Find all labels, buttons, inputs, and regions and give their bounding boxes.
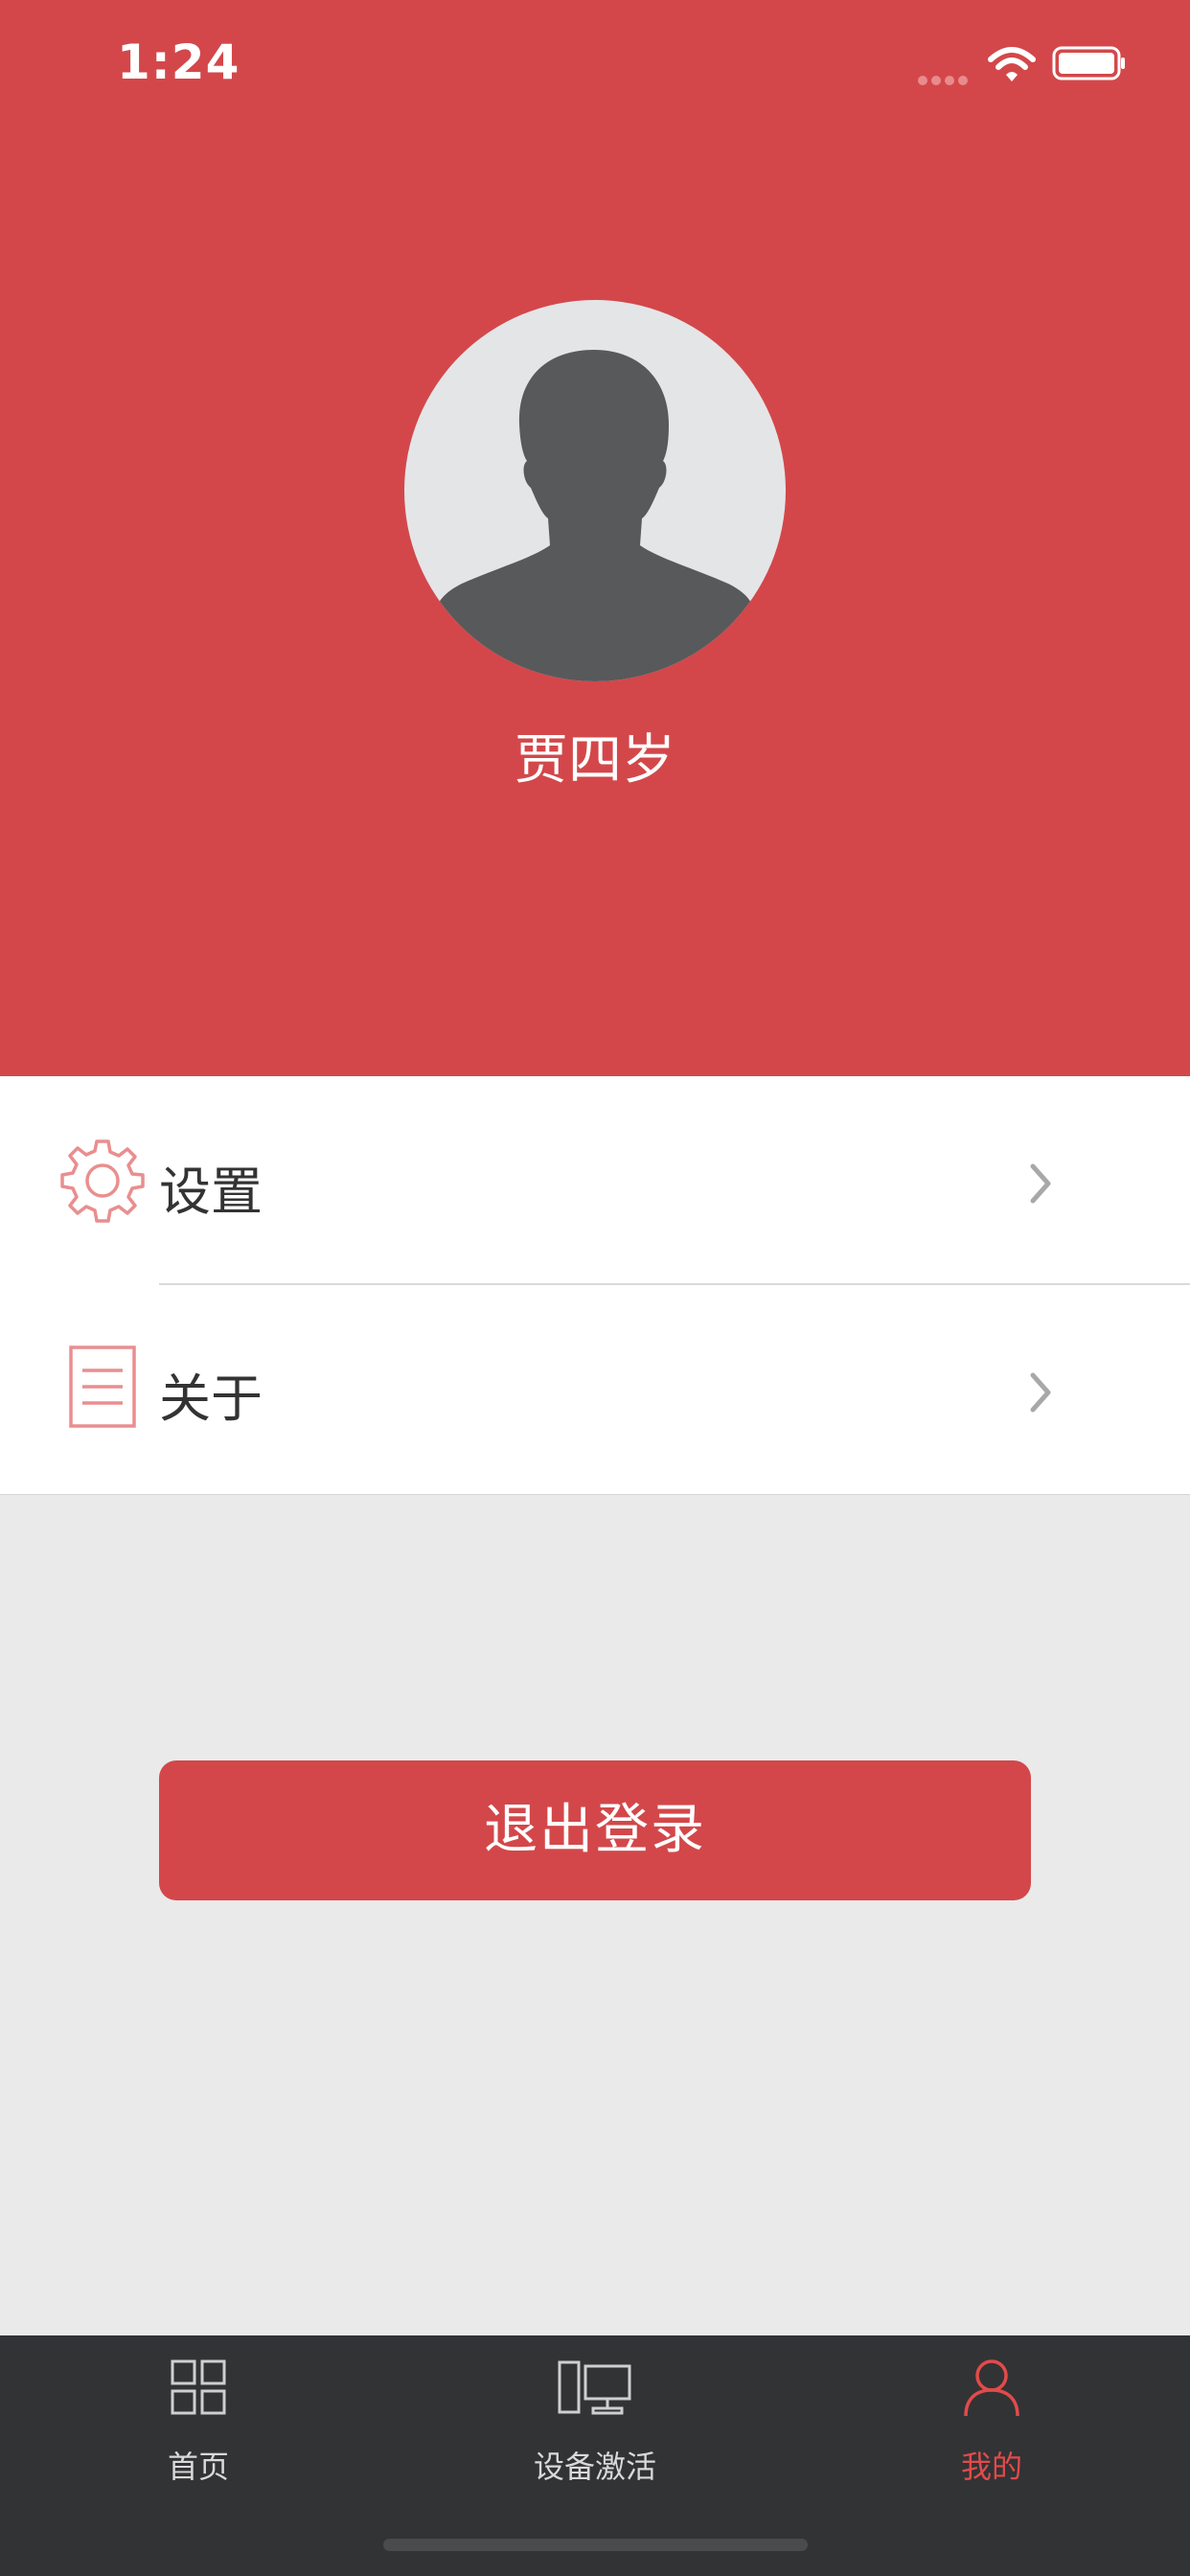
chevron-right-icon — [1030, 1372, 1051, 1413]
gear-icon — [60, 1139, 145, 1223]
chevron-right-icon — [1030, 1163, 1051, 1204]
document-icon — [69, 1346, 136, 1428]
status-time: 1:24 — [117, 34, 240, 90]
tab-label: 设备激活 — [533, 2449, 656, 2485]
profile-header: 1:24 贾四岁 — [0, 0, 1190, 1076]
logout-button[interactable]: 退出登录 — [159, 1760, 1031, 1900]
tab-device-activation[interactable]: 设备激活 — [451, 2335, 739, 2498]
menu-item-label: 设置 — [159, 1162, 263, 1222]
tab-label: 我的 — [960, 2449, 1022, 2485]
battery-icon — [1052, 46, 1125, 80]
avatar[interactable] — [404, 300, 786, 681]
device-icon — [558, 2360, 631, 2415]
home-indicator[interactable] — [383, 2539, 808, 2551]
user-name: 贾四岁 — [515, 729, 675, 792]
tab-label: 首页 — [167, 2449, 229, 2485]
grid-icon — [171, 2359, 226, 2415]
menu-item-label: 关于 — [159, 1368, 263, 1429]
user-silhouette-icon — [433, 350, 757, 681]
tab-mine[interactable]: 我的 — [848, 2335, 1135, 2498]
signal-icon — [918, 71, 975, 85]
menu-item-settings[interactable]: 设置 — [0, 1076, 1190, 1284]
tab-home[interactable]: 首页 — [55, 2335, 342, 2498]
wifi-icon — [988, 47, 1036, 81]
user-icon — [964, 2359, 1019, 2417]
menu-item-about[interactable]: 关于 — [0, 1285, 1190, 1493]
menu-list: 设置 关于 — [0, 1076, 1190, 1495]
